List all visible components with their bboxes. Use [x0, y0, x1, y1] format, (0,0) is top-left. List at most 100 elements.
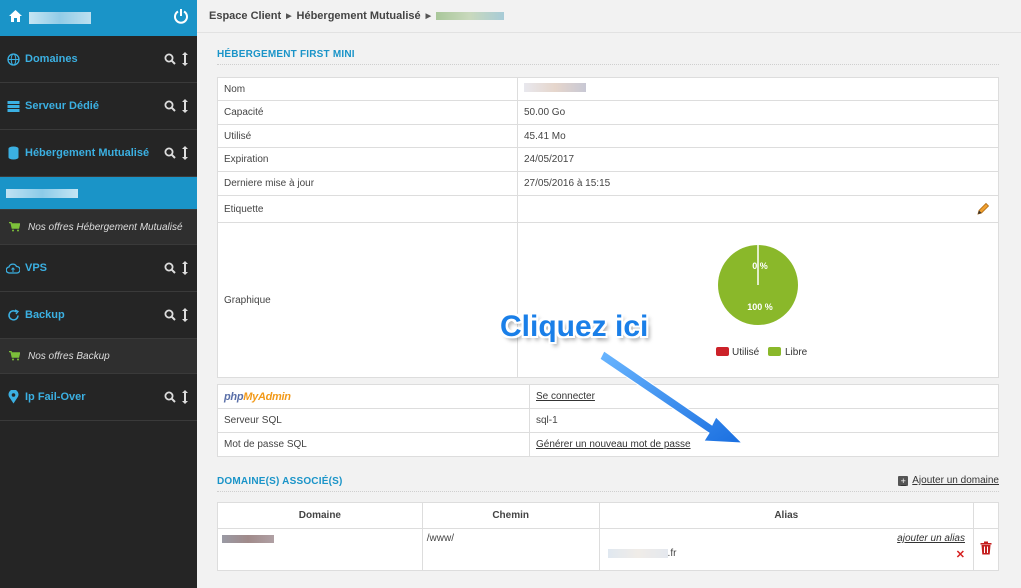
sidebar-item-label: Hébergement Mutualisé: [25, 147, 150, 159]
trash-icon[interactable]: [980, 541, 992, 555]
row-key: Expiration: [217, 147, 518, 172]
path-cell: /www/: [421, 528, 600, 571]
search-icon[interactable]: [164, 100, 176, 112]
row-value: 24/05/2017: [517, 147, 999, 172]
alias-name: [607, 549, 668, 558]
sidebar: Domaines Serveur Dédié Hébergement Mutua…: [0, 0, 197, 588]
sidebar-item-label: VPS: [25, 262, 48, 274]
sort-icon[interactable]: [182, 261, 188, 275]
chevron-right-icon: ▶: [286, 13, 292, 20]
table-row: Expiration 24/05/2017: [217, 147, 999, 172]
phpmyadmin-connect-link[interactable]: Se connecter: [536, 391, 595, 402]
pie-label-used: 0 %: [752, 261, 768, 271]
chart-cell: 0 % 100 % Utilisé Libre: [517, 222, 999, 378]
row-value: 45.41 Mo: [517, 124, 999, 148]
row-key: Nom: [217, 77, 518, 101]
domains-table: Domaine Chemin Alias /www/ ajouter un al…: [217, 502, 1000, 571]
row-key: Utilisé: [217, 124, 518, 148]
home-icon[interactable]: [8, 9, 23, 27]
sidebar-link-offres-backup[interactable]: Nos offres Backup: [0, 339, 197, 374]
hosting-name-value: [524, 83, 586, 92]
row-key: Capacité: [217, 100, 518, 125]
row-key: Graphique: [217, 222, 518, 378]
row-value: [517, 195, 999, 223]
sort-icon[interactable]: [182, 99, 188, 113]
breadcrumb-current: [436, 12, 505, 20]
pie-label-free: 100 %: [747, 302, 773, 312]
power-icon[interactable]: [173, 8, 189, 24]
annotation-arrow: [599, 350, 744, 444]
logo-part: php: [224, 390, 244, 403]
search-icon[interactable]: [164, 147, 176, 159]
column-header-empty: [972, 502, 1000, 529]
plus-icon: +: [898, 475, 909, 486]
phpmyadmin-logo: phpMyAdmin: [217, 384, 530, 409]
search-icon[interactable]: [164, 53, 176, 65]
remove-alias-icon[interactable]: ✕: [956, 548, 965, 561]
row-value: 27/05/2016 à 15:15: [517, 171, 999, 196]
table-header-row: Domaine Chemin Alias: [217, 502, 1000, 529]
sort-icon[interactable]: [182, 146, 188, 160]
sort-icon[interactable]: [182, 52, 188, 66]
row-key: Derniere mise à jour: [217, 171, 518, 196]
alias-suffix: .fr: [667, 548, 677, 559]
sidebar-item-ip-fail-over[interactable]: Ip Fail-Over: [0, 374, 197, 421]
sidebar-item-active-hosting[interactable]: [0, 177, 197, 210]
hosting-name: [6, 188, 78, 198]
sidebar-item-domaines[interactable]: Domaines: [0, 36, 197, 83]
add-alias-link[interactable]: ajouter un alias: [897, 533, 965, 544]
sidebar-item-label: Backup: [25, 309, 65, 321]
alias-cell: ajouter un alias .fr ✕: [598, 528, 974, 571]
add-domain-label: Ajouter un domaine: [912, 475, 999, 486]
cloud-icon: [6, 260, 20, 276]
table-row: Etiquette: [217, 195, 999, 223]
sidebar-header: [0, 0, 197, 36]
sidebar-item-label: Ip Fail-Over: [25, 391, 86, 403]
divider: [217, 491, 999, 492]
database-icon: [6, 145, 20, 161]
sort-icon[interactable]: [182, 308, 188, 322]
search-icon[interactable]: [164, 309, 176, 321]
domains-section-title: DOMAINE(S) ASSOCIÉ(S): [217, 476, 343, 487]
row-key: Mot de passe SQL: [217, 432, 530, 457]
sidebar-item-hebergement-mutualise[interactable]: Hébergement Mutualisé: [0, 130, 197, 177]
refresh-icon: [6, 307, 20, 323]
chevron-right-icon: ▶: [425, 13, 432, 20]
cart-icon: [9, 351, 20, 361]
sidebar-item-backup[interactable]: Backup: [0, 292, 197, 339]
sidebar-item-label: Domaines: [25, 53, 78, 65]
pencil-icon[interactable]: [976, 202, 990, 216]
column-header: Alias: [598, 502, 974, 529]
cart-icon: [9, 222, 20, 232]
sidebar-item-serveur-dedie[interactable]: Serveur Dédié: [0, 83, 197, 130]
server-icon: [6, 98, 20, 114]
table-row: Capacité 50.00 Go: [217, 100, 999, 125]
domain-name: [222, 535, 274, 543]
hosting-section-title: HÉBERGEMENT FIRST MINI: [217, 49, 355, 60]
sidebar-item-label: Serveur Dédié: [25, 100, 99, 112]
breadcrumb-section[interactable]: Hébergement Mutualisé: [297, 10, 421, 22]
table-row: Derniere mise à jour 27/05/2016 à 15:15: [217, 171, 999, 196]
table-row: Nom: [217, 77, 999, 101]
search-icon[interactable]: [164, 262, 176, 274]
domain-cell: [217, 528, 423, 571]
breadcrumb-root[interactable]: Espace Client: [209, 10, 281, 22]
sidebar-sub-label: Nos offres Hébergement Mutualisé: [28, 221, 183, 233]
table-row: /www/ ajouter un alias .fr ✕: [217, 528, 1000, 571]
row-key: Etiquette: [217, 195, 518, 223]
sidebar-item-vps[interactable]: VPS: [0, 245, 197, 292]
search-icon[interactable]: [164, 391, 176, 403]
add-domain-button[interactable]: + Ajouter un domaine: [898, 475, 999, 486]
alias-entry: .fr: [607, 548, 677, 559]
delete-cell: [972, 528, 1000, 571]
legend-label-free: Libre: [785, 347, 808, 358]
sidebar-link-offres-hebergement[interactable]: Nos offres Hébergement Mutualisé: [0, 210, 197, 245]
sort-icon[interactable]: [182, 390, 188, 404]
column-header: Chemin: [421, 502, 600, 529]
legend-swatch-free: [768, 347, 781, 356]
row-key: Serveur SQL: [217, 408, 530, 433]
breadcrumb: Espace Client ▶ Hébergement Mutualisé ▶: [197, 0, 1021, 33]
divider: [217, 64, 999, 65]
logo-part: MyAdmin: [243, 390, 291, 403]
annotation-callout: Cliquez ici: [500, 310, 649, 343]
